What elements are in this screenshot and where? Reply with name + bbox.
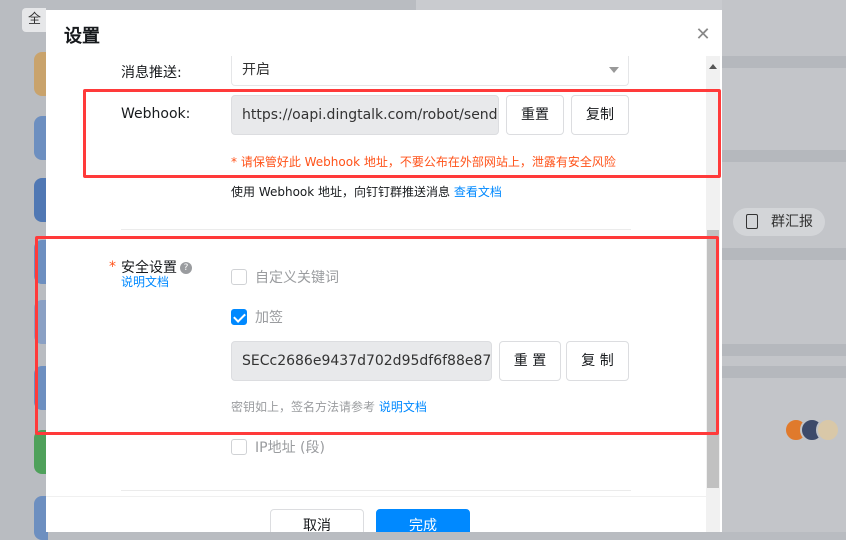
webhook-hint: 使用 Webhook 地址，向钉钉群推送消息 查看文档	[231, 183, 502, 200]
background-tab: 全部	[22, 8, 46, 32]
dialog-title: 设置	[64, 26, 100, 47]
close-icon[interactable]: ✕	[694, 26, 712, 44]
scrollbar-thumb[interactable]	[707, 230, 719, 488]
secret-doc-link[interactable]: 说明文档	[379, 400, 427, 414]
secret-field[interactable]: SECc2686e9437d702d95df6f88e872f4	[231, 341, 492, 381]
security-doc-link[interactable]: 说明文档	[121, 273, 169, 290]
dialog-body: 消息推送: 开启 Webhook: https://oapi.dingtalk.…	[46, 56, 714, 496]
settings-dialog: 设置 ✕ 消息推送: 开启 Webhook: https://oapi.ding…	[46, 10, 722, 532]
sign-checkbox[interactable]	[231, 309, 247, 325]
custom-keyword-label: 自定义关键词	[255, 270, 339, 286]
ip-address-label: IP地址 (段)	[255, 440, 325, 456]
secret-hint: 密钥如上，签名方法请参考 说明文档	[231, 398, 427, 415]
secret-reset-button[interactable]: 重 置	[499, 341, 561, 381]
done-button[interactable]: 完成	[376, 509, 470, 532]
report-icon	[746, 214, 758, 229]
webhook-hint-text: 使用 Webhook 地址，向钉钉群推送消息	[231, 185, 451, 199]
webhook-doc-link[interactable]: 查看文档	[454, 185, 502, 199]
secret-copy-button[interactable]: 复 制	[566, 341, 629, 381]
webhook-copy-button[interactable]: 复制	[571, 95, 629, 135]
message-push-select[interactable]: 开启	[231, 56, 629, 86]
message-push-label: 消息推送:	[121, 65, 182, 81]
webhook-label: Webhook:	[121, 106, 191, 122]
background-chat-panel	[722, 0, 846, 532]
ip-address-checkbox[interactable]	[231, 439, 247, 455]
custom-keyword-checkbox[interactable]	[231, 269, 247, 285]
section-divider	[121, 490, 631, 491]
webhook-warning: * 请保管好此 Webhook 地址，不要公布在外部网站上，泄露有安全风险	[231, 155, 616, 169]
secret-hint-text: 密钥如上，签名方法请参考	[231, 400, 376, 414]
section-divider	[121, 229, 631, 230]
scroll-up-arrow-icon[interactable]	[709, 64, 717, 69]
sign-label: 加签	[255, 310, 283, 326]
required-mark: *	[109, 259, 116, 275]
avatar	[816, 418, 840, 442]
help-icon[interactable]: ?	[180, 262, 192, 274]
message-push-value: 开启	[242, 62, 270, 78]
webhook-reset-button[interactable]: 重置	[506, 95, 564, 135]
dialog-footer: 取消 完成	[46, 496, 706, 532]
chevron-down-icon	[609, 67, 619, 73]
webhook-url-field[interactable]: https://oapi.dingtalk.com/robot/send?ac	[231, 95, 499, 135]
cancel-button[interactable]: 取消	[270, 509, 364, 532]
